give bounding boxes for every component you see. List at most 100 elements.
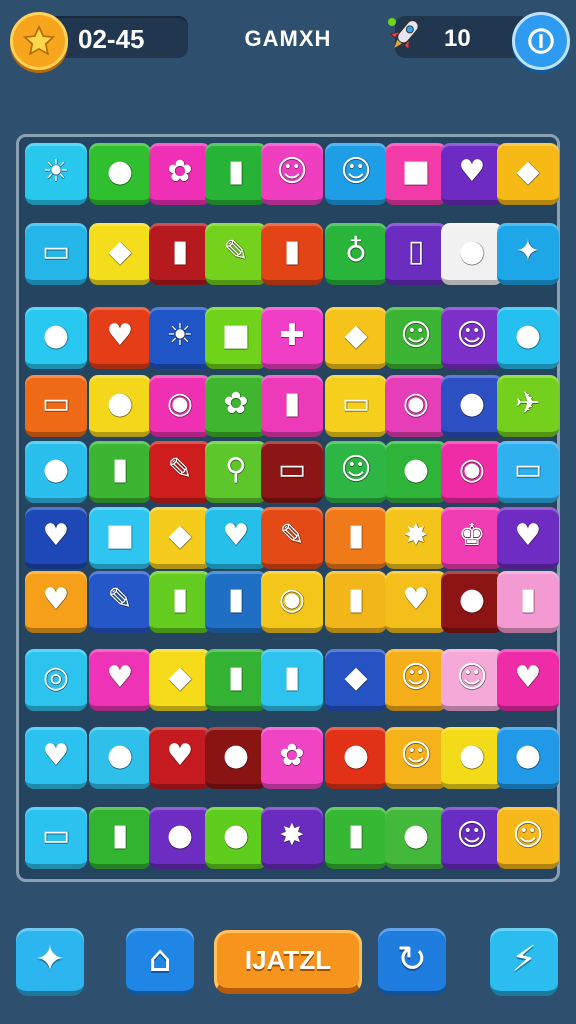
bird-icon: ✿ [223,385,249,421]
board-tile[interactable]: ✿ [261,727,323,789]
board-tile[interactable]: ☺ [325,441,387,503]
board-tile[interactable]: ◉ [149,375,211,437]
restart-button[interactable]: ↻ [378,928,446,996]
board-tile[interactable]: ▮ [89,807,151,869]
board-tile[interactable]: ● [89,727,151,789]
board-tile[interactable]: ◆ [149,507,211,569]
board-tile[interactable]: ▯ [385,223,447,285]
main-action-label: IJATZL [244,945,332,975]
board-tile[interactable]: ▮ [149,223,211,285]
board-tile[interactable]: ☺ [261,143,323,205]
board-tile[interactable]: ♥ [497,649,559,711]
board-tile[interactable]: ■ [385,143,447,205]
board-tile[interactable]: ✿ [205,375,267,437]
board-tile[interactable]: ▮ [325,807,387,869]
board-tile[interactable]: ● [25,441,87,503]
board-tile[interactable]: ▮ [497,571,559,633]
board-tile[interactable]: ◆ [325,649,387,711]
board-tile[interactable]: ☺ [385,727,447,789]
board-tile[interactable]: ♥ [25,571,87,633]
board-tile[interactable]: ▮ [261,375,323,437]
board-tile[interactable]: ▭ [25,807,87,869]
board-tile[interactable]: ● [497,307,559,369]
board-tile[interactable]: ◆ [149,649,211,711]
board-tile[interactable]: ● [205,727,267,789]
board-tile[interactable]: ● [325,727,387,789]
board-tile[interactable]: ● [441,375,503,437]
board-tile[interactable]: ● [149,807,211,869]
board-tile[interactable]: ☀ [25,143,87,205]
board-tile[interactable]: ▭ [25,375,87,437]
board-tile[interactable]: ● [385,441,447,503]
board-tile[interactable]: ■ [89,507,151,569]
boost-button[interactable]: ⚡ [490,928,558,996]
board-tile[interactable]: ◉ [441,441,503,503]
board-tile[interactable]: ☺ [325,143,387,205]
board-tile[interactable]: ● [441,727,503,789]
rabbit-button[interactable]: ✦ [16,928,84,996]
board-tile[interactable]: ✚ [261,307,323,369]
board-tile[interactable]: ♥ [149,727,211,789]
board-tile[interactable]: ♁ [325,223,387,285]
board-tile[interactable]: ☺ [385,649,447,711]
board-tile[interactable]: ■ [205,307,267,369]
board-tile[interactable]: ● [441,223,503,285]
board-tile[interactable]: ♥ [89,307,151,369]
board-tile[interactable]: ◉ [385,375,447,437]
board-tile[interactable]: ☺ [497,807,559,869]
board-tile[interactable]: ✈ [497,375,559,437]
board-tile[interactable]: ✦ [497,223,559,285]
board-tile[interactable]: ● [385,807,447,869]
board-tile[interactable]: ▮ [261,223,323,285]
board-tile[interactable]: ♥ [497,507,559,569]
ring-icon: ◉ [278,581,306,617]
board-tile[interactable]: ▮ [205,571,267,633]
board-tile[interactable]: ☺ [441,649,503,711]
board-tile[interactable]: ● [25,307,87,369]
board-tile[interactable]: ▮ [89,441,151,503]
board-tile[interactable]: ✿ [149,143,211,205]
board-tile[interactable]: ♚ [441,507,503,569]
board-tile[interactable]: ♥ [89,649,151,711]
board-tile[interactable]: ✸ [385,507,447,569]
board-tile[interactable]: ● [497,727,559,789]
board-tile[interactable]: ☺ [441,307,503,369]
board-tile[interactable]: ♥ [25,507,87,569]
board-tile[interactable]: ● [89,143,151,205]
board-tile[interactable]: ▮ [149,571,211,633]
board-tile[interactable]: ✸ [261,807,323,869]
main-action-button[interactable]: IJATZL [214,930,362,994]
board-tile[interactable]: ✎ [149,441,211,503]
board-tile[interactable]: ♥ [441,143,503,205]
board-tile[interactable]: ✎ [89,571,151,633]
home-button[interactable]: ⌂ [126,928,194,996]
board-tile[interactable]: ▭ [261,441,323,503]
board-tile[interactable]: ◆ [89,223,151,285]
board-tile[interactable]: ▭ [25,223,87,285]
board-tile[interactable]: ✎ [205,223,267,285]
board-tile[interactable]: ☀ [149,307,211,369]
board-tile[interactable]: ⚲ [205,441,267,503]
board-tile[interactable]: ♥ [385,571,447,633]
board-tile[interactable]: ▭ [497,441,559,503]
board-tile[interactable]: ◆ [497,143,559,205]
lollipop-icon: ● [514,317,542,353]
board-tile[interactable]: ♥ [25,727,87,789]
board-tile[interactable]: ● [441,571,503,633]
board-tile[interactable]: ♥ [205,507,267,569]
pause-button[interactable] [512,12,570,70]
board-tile[interactable]: ▮ [325,571,387,633]
board-tile[interactable]: ● [205,807,267,869]
board-tile[interactable]: ▭ [325,375,387,437]
board-tile[interactable]: ◎ [25,649,87,711]
board-tile[interactable]: ◆ [325,307,387,369]
board-tile[interactable]: ▮ [205,143,267,205]
board-tile[interactable]: ▮ [325,507,387,569]
board-tile[interactable]: ◉ [261,571,323,633]
board-tile[interactable]: ● [89,375,151,437]
board-tile[interactable]: ☺ [385,307,447,369]
board-tile[interactable]: ▮ [205,649,267,711]
board-tile[interactable]: ▮ [261,649,323,711]
board-tile[interactable]: ☺ [441,807,503,869]
board-tile[interactable]: ✎ [261,507,323,569]
